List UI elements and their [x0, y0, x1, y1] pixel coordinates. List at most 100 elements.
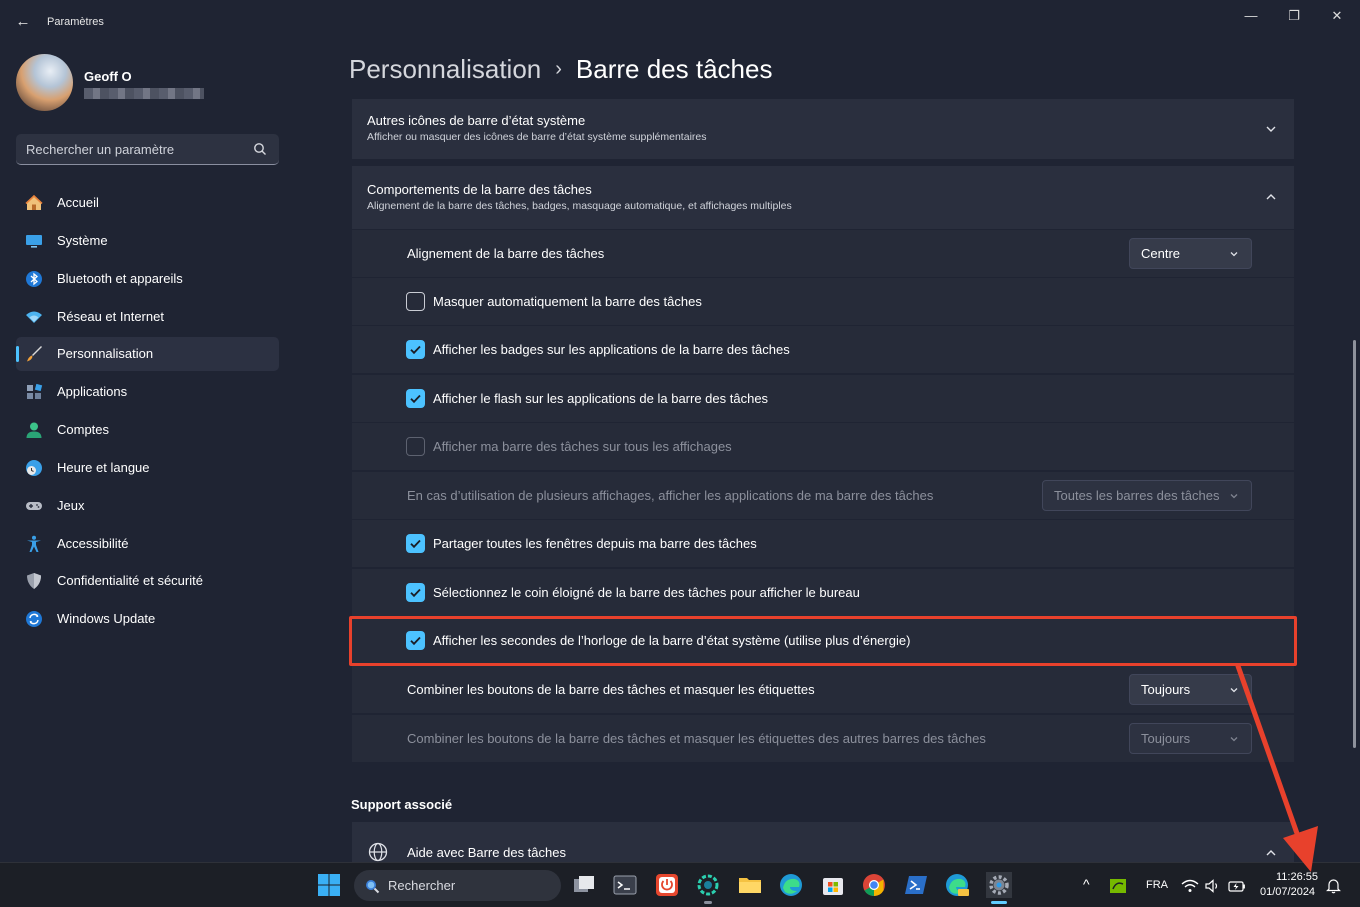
- edge-icon[interactable]: [778, 872, 804, 898]
- windows-start-icon[interactable]: [316, 872, 342, 898]
- sidebar-item-comptes[interactable]: Comptes: [16, 413, 279, 447]
- tray-overflow-button[interactable]: ^: [1083, 876, 1090, 892]
- taskbar-search-label: Rechercher: [388, 878, 456, 893]
- sidebar-item-heure-langue[interactable]: Heure et langue: [16, 451, 279, 485]
- sidebar-item-bluetooth[interactable]: Bluetooth et appareils: [16, 262, 279, 296]
- sidebar-item-applications[interactable]: Applications: [16, 375, 279, 409]
- wifi-icon: [26, 311, 42, 323]
- search-icon: [366, 880, 380, 894]
- task-view-icon[interactable]: [571, 872, 597, 898]
- share-windows-checkbox[interactable]: [406, 534, 425, 553]
- breadcrumb-parent[interactable]: Personnalisation: [349, 54, 541, 84]
- dropdown-value: Toujours: [1141, 682, 1191, 697]
- system-icon: [26, 235, 42, 248]
- sidebar-item-label: Comptes: [57, 422, 110, 437]
- support-heading: Support associé: [351, 797, 453, 812]
- combine-other-row: Combiner les boutons de la barre des tâc…: [352, 715, 1294, 762]
- language-indicator[interactable]: FRA: [1146, 879, 1168, 891]
- search-icon[interactable]: [253, 142, 267, 156]
- running-indicator: [704, 901, 712, 904]
- all-displays-checkbox[interactable]: [406, 437, 425, 456]
- chrome-icon[interactable]: [861, 872, 887, 898]
- sidebar-item-windows-update[interactable]: Windows Update: [16, 602, 279, 636]
- store-icon[interactable]: [820, 872, 846, 898]
- breadcrumb-separator: ›: [555, 58, 562, 80]
- all-displays-label: Afficher ma barre des tâches sur tous le…: [433, 439, 732, 454]
- sidebar-item-accueil[interactable]: Accueil: [16, 186, 279, 220]
- sidebar-item-label: Réseau et Internet: [57, 309, 164, 324]
- sidebar-item-label: Système: [57, 233, 108, 248]
- chevron-down-icon: [1230, 252, 1238, 257]
- combine-main-dropdown[interactable]: Toujours: [1129, 674, 1252, 705]
- wifi-tray-icon[interactable]: [1181, 877, 1199, 895]
- notification-bell-icon[interactable]: [1325, 877, 1342, 894]
- sidebar-item-label: Windows Update: [57, 611, 156, 626]
- card-title: Comportements de la barre des tâches: [367, 182, 592, 197]
- alignment-dropdown[interactable]: Centre: [1129, 238, 1252, 269]
- autohide-checkbox[interactable]: [406, 292, 425, 311]
- avatar[interactable]: [16, 54, 73, 111]
- sidebar-item-accessibilite[interactable]: Accessibilité: [16, 527, 279, 561]
- checkmark-icon: [410, 394, 421, 404]
- share-windows-label[interactable]: Partager toutes les fenêtres depuis ma b…: [433, 536, 757, 551]
- chevron-down-icon[interactable]: [1264, 122, 1278, 136]
- combine-other-dropdown[interactable]: Toujours: [1129, 723, 1252, 754]
- flash-label[interactable]: Afficher le flash sur les applications d…: [433, 391, 768, 406]
- badges-checkbox[interactable]: [406, 340, 425, 359]
- alignment-row: Alignement de la barre des tâches Centre: [352, 230, 1294, 277]
- bluetooth-icon: [26, 271, 42, 287]
- tray-icons-card[interactable]: Autres icônes de barre d’état système Af…: [352, 99, 1294, 159]
- accessibility-icon: [27, 535, 41, 552]
- scrollbar[interactable]: [1353, 340, 1356, 748]
- sidebar-item-jeux[interactable]: Jeux: [16, 489, 279, 523]
- clock-date[interactable]: 01/07/2024: [1260, 886, 1315, 898]
- sidebar-item-systeme[interactable]: Système: [16, 224, 279, 258]
- restore-button[interactable]: ❐: [1279, 6, 1309, 26]
- multi-display-label: En cas d’utilisation de plusieurs affich…: [407, 488, 934, 503]
- chevron-up-icon[interactable]: [1264, 190, 1278, 204]
- settings-app-icon[interactable]: [986, 872, 1012, 898]
- title-bar: ← Paramètres — ❐ ✕: [0, 0, 1360, 44]
- close-button[interactable]: ✕: [1322, 6, 1352, 26]
- behaviors-card[interactable]: Comportements de la barre des tâches Ali…: [352, 166, 1294, 229]
- terminal-icon[interactable]: [612, 872, 638, 898]
- sidebar-item-label: Confidentialité et sécurité: [57, 573, 203, 588]
- alignment-label: Alignement de la barre des tâches: [407, 246, 605, 261]
- edge-canary-icon[interactable]: [944, 872, 970, 898]
- nvidia-tray-icon[interactable]: [1108, 876, 1128, 896]
- battery-charging-icon[interactable]: [1227, 876, 1247, 896]
- combine-main-row: Combiner les boutons de la barre des tâc…: [352, 666, 1294, 713]
- ring-app-icon[interactable]: [695, 872, 721, 898]
- globe-icon: [368, 842, 388, 862]
- back-button[interactable]: ←: [12, 12, 34, 32]
- sidebar-item-label: Jeux: [57, 498, 85, 513]
- flash-checkbox[interactable]: [406, 389, 425, 408]
- minimize-button[interactable]: —: [1236, 6, 1266, 26]
- seconds-checkbox[interactable]: [406, 631, 425, 650]
- multi-display-dropdown[interactable]: Toutes les barres des tâches: [1042, 480, 1252, 511]
- file-explorer-icon[interactable]: [737, 872, 763, 898]
- autohide-label[interactable]: Masquer automatiquement la barre des tâc…: [433, 294, 702, 309]
- badges-row: Afficher les badges sur les applications…: [352, 326, 1294, 373]
- combine-main-label: Combiner les boutons de la barre des tâc…: [407, 682, 815, 697]
- badges-label[interactable]: Afficher les badges sur les applications…: [433, 342, 790, 357]
- far-corner-checkbox[interactable]: [406, 583, 425, 602]
- seconds-label[interactable]: Afficher les secondes de l’horloge de la…: [433, 633, 910, 648]
- taskbar-search[interactable]: Rechercher: [354, 870, 561, 901]
- far-corner-label[interactable]: Sélectionnez le coin éloigné de la barre…: [433, 585, 860, 600]
- sidebar-item-confidentialite[interactable]: Confidentialité et sécurité: [16, 564, 279, 598]
- chevron-down-icon: [1230, 688, 1238, 693]
- sidebar-item-reseau[interactable]: Réseau et Internet: [16, 300, 279, 334]
- powershell-icon[interactable]: [903, 872, 929, 898]
- volume-icon[interactable]: [1204, 877, 1222, 895]
- sidebar-item-personnalisation[interactable]: Personnalisation: [16, 337, 279, 371]
- settings-search-input[interactable]: Rechercher un paramètre: [16, 134, 279, 165]
- checkmark-icon: [410, 588, 421, 598]
- chevron-up-icon[interactable]: [1264, 846, 1278, 860]
- help-card[interactable]: Aide avec Barre des tâches: [352, 822, 1294, 862]
- profile-email-redacted: [84, 88, 204, 99]
- clock-time[interactable]: 11:26:55: [1276, 871, 1318, 883]
- power-app-icon[interactable]: [654, 872, 680, 898]
- sidebar-item-label: Applications: [57, 384, 128, 399]
- far-corner-row: Sélectionnez le coin éloigné de la barre…: [352, 569, 1294, 616]
